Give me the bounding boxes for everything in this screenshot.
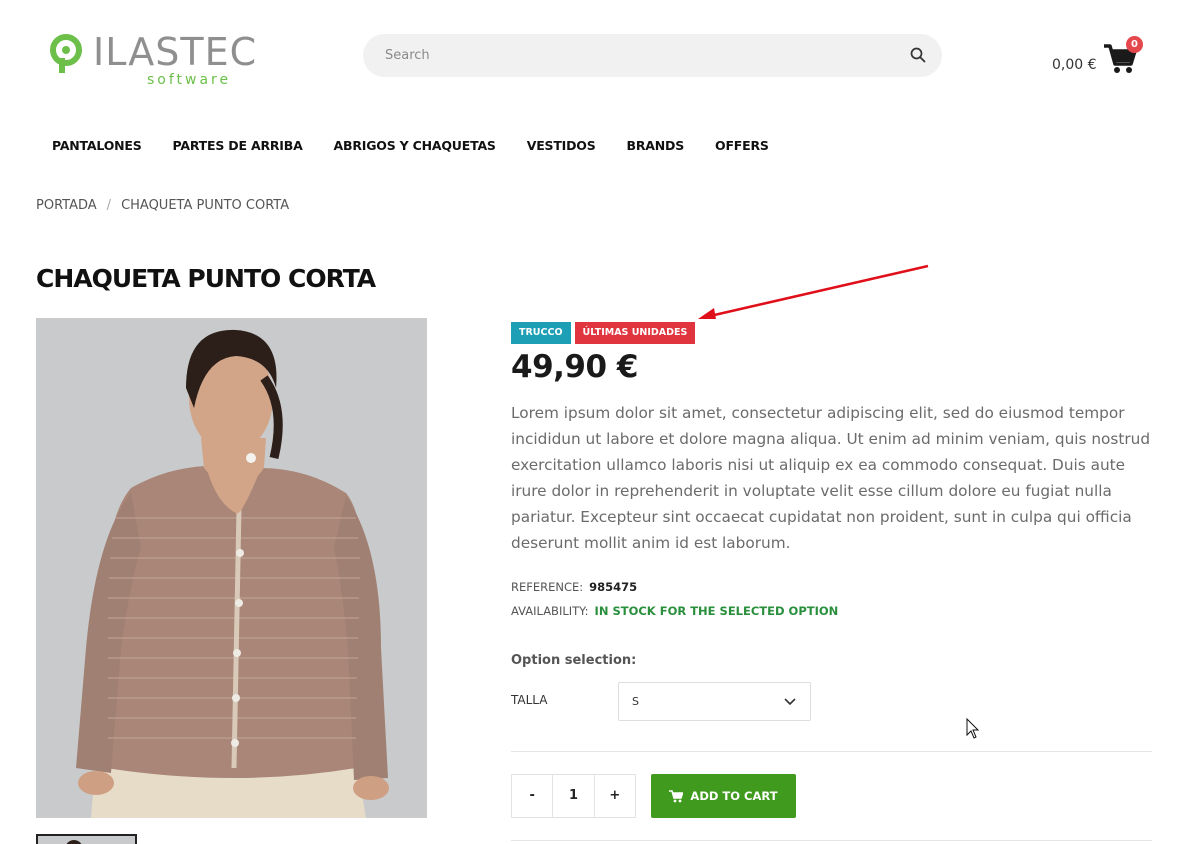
product-photo-illustration [36, 318, 427, 818]
availability-label: AVAILABILITY: [511, 604, 589, 618]
product-image[interactable] [36, 318, 427, 818]
cart-total[interactable]: 0,00 € [1052, 57, 1097, 73]
availability-value: IN STOCK FOR THE SELECTED OPTION [594, 604, 839, 618]
cart-icon [669, 789, 684, 802]
product-price: 49,90 € [511, 349, 638, 385]
nav-item-pantalones[interactable]: PANTALONES [52, 138, 142, 153]
divider [511, 751, 1152, 752]
product-reference: REFERENCE: 985475 [511, 580, 637, 594]
divider [511, 840, 1152, 841]
size-select[interactable]: S [618, 682, 811, 721]
product-title: CHAQUETA PUNTO CORTA [36, 264, 376, 293]
quantity-stepper: - 1 + [511, 774, 636, 818]
search-icon[interactable] [910, 47, 926, 63]
breadcrumb-current: CHAQUETA PUNTO CORTA [121, 198, 290, 213]
nav-item-vestidos[interactable]: VESTIDOS [527, 138, 596, 153]
thumbnail-illustration [38, 836, 135, 844]
product-availability: AVAILABILITY: IN STOCK FOR THE SELECTED O… [511, 604, 838, 618]
nav-item-partes-de-arriba[interactable]: PARTES DE ARRIBA [173, 138, 303, 153]
ilastec-logo[interactable]: ILASTEC software [49, 32, 304, 88]
search-bar [363, 34, 942, 77]
breadcrumb: PORTADA / CHAQUETA PUNTO CORTA [36, 198, 289, 213]
reference-value: 985475 [589, 580, 638, 594]
annotation-arrow-icon [698, 264, 929, 319]
chevron-down-icon [784, 698, 796, 706]
mouse-cursor-icon [966, 718, 980, 739]
product-flags: TRUCCO ÚLTIMAS UNIDADES [511, 322, 699, 344]
option-selection-title: Option selection: [511, 653, 637, 668]
nav-item-brands[interactable]: BRANDS [627, 138, 685, 153]
nav-item-offers[interactable]: OFFERS [715, 138, 769, 153]
product-description: Lorem ipsum dolor sit amet, consectetur … [511, 404, 1151, 552]
breadcrumb-home[interactable]: PORTADA [36, 198, 97, 213]
add-to-cart-button[interactable]: ADD TO CART [651, 774, 796, 818]
main-nav: PANTALONES PARTES DE ARRIBA ABRIGOS Y CH… [52, 138, 800, 153]
size-select-value: S [632, 695, 639, 708]
product-thumbnail[interactable] [36, 834, 137, 844]
quantity-increase-button[interactable]: + [595, 775, 635, 817]
reference-label: REFERENCE: [511, 580, 584, 594]
quantity-input[interactable]: 1 [552, 775, 595, 817]
quantity-decrease-button[interactable]: - [512, 775, 552, 817]
nav-item-abrigos-y-chaquetas[interactable]: ABRIGOS Y CHAQUETAS [334, 138, 496, 153]
search-input[interactable] [363, 34, 942, 77]
brand-badge: TRUCCO [511, 322, 571, 344]
size-label: TALLA [511, 693, 548, 707]
add-to-cart-label: ADD TO CART [690, 789, 778, 803]
logo-wordmark: ILASTEC [93, 32, 257, 74]
cart-count-badge: 0 [1126, 36, 1143, 53]
logo-subtitle: software [147, 72, 231, 88]
breadcrumb-separator: / [106, 198, 112, 213]
last-units-badge: ÚLTIMAS UNIDADES [574, 322, 696, 344]
